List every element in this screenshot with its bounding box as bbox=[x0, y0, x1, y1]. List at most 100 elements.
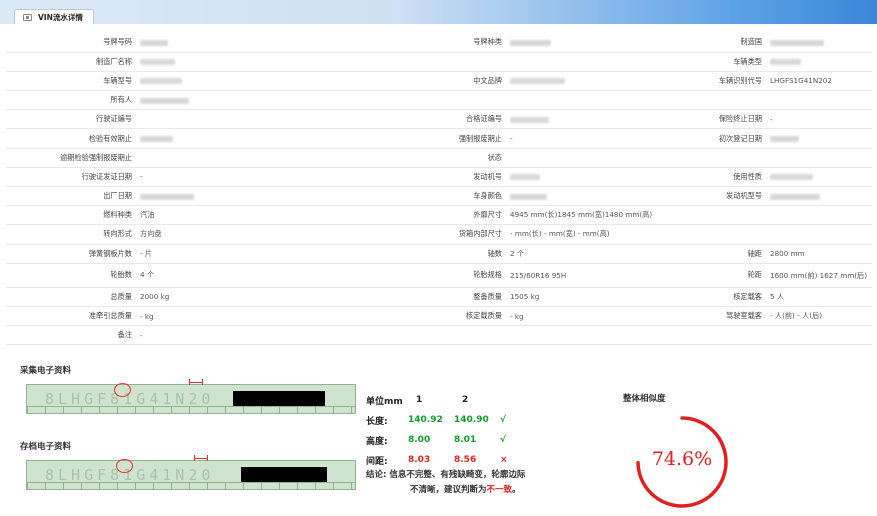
field-label: 核定载客 bbox=[656, 287, 766, 307]
similarity-value: 74.6% bbox=[651, 448, 713, 470]
field-label: 轴数 bbox=[386, 244, 506, 264]
field-label bbox=[656, 148, 766, 168]
conclusion-verdict: 不一致 bbox=[486, 485, 513, 495]
field-value bbox=[766, 167, 872, 188]
field-value bbox=[136, 52, 386, 72]
table-row: 行驶证发证日期 - 发动机号 使用性质 bbox=[6, 167, 872, 188]
field-value: 1600 mm(前) 1627 mm(后) bbox=[766, 263, 872, 288]
measurement-value-2: 8.01 bbox=[454, 435, 477, 445]
field-value: 5 人 bbox=[766, 287, 872, 307]
field-value: 4 个 bbox=[136, 263, 386, 288]
tab-vin-detail[interactable]: VIN流水详情 bbox=[14, 9, 94, 24]
redacted-value bbox=[510, 116, 549, 123]
spacing-marker bbox=[189, 379, 203, 385]
field-value bbox=[766, 33, 872, 53]
measurement-label: 高度: bbox=[366, 436, 388, 447]
field-value bbox=[136, 71, 386, 92]
field-label bbox=[656, 205, 766, 226]
field-value: - kg bbox=[506, 306, 656, 327]
field-value: - 片 bbox=[136, 244, 386, 264]
table-row: 制造厂名称 车辆类型 bbox=[6, 52, 872, 72]
measurement-row: 间距: 8.03 8.56 × bbox=[366, 450, 514, 470]
field-label: 行驶证发证日期 bbox=[6, 167, 136, 188]
field-value: LHGFS1G41N202 bbox=[766, 71, 872, 92]
field-label: 车身颜色 bbox=[386, 186, 506, 207]
redacted-value bbox=[770, 174, 813, 181]
field-label: 检验有效期止 bbox=[6, 128, 136, 149]
field-value bbox=[136, 128, 386, 149]
field-label: 整备质量 bbox=[386, 287, 506, 307]
collected-vin-image: 8LHGF81G41N20 bbox=[26, 384, 356, 414]
field-value bbox=[506, 33, 656, 53]
measurement-label: 长度: bbox=[366, 416, 388, 427]
field-label: 保险终止日期 bbox=[656, 109, 766, 130]
collected-title: 采集电子资料 bbox=[20, 366, 72, 376]
field-value bbox=[136, 90, 386, 111]
comparison-section: 采集电子资料 8LHGF81G41N20 存档电子资料 8LHGF81G41N2… bbox=[6, 352, 872, 516]
field-value: - 人(前) - 人(后) bbox=[766, 306, 872, 327]
field-value: 方向盘 bbox=[136, 224, 386, 245]
redacted-value bbox=[770, 59, 801, 66]
field-label: 初次登记日期 bbox=[656, 128, 766, 149]
redacted-value bbox=[140, 97, 189, 104]
conclusion-text-2: 不清晰，建议判断为 bbox=[410, 485, 487, 495]
conclusion-lead: 结论: bbox=[366, 470, 387, 480]
conclusion: 结论: 信息不完整、有残缺畸变，轮廓边际 不清晰，建议判断为不一致。 bbox=[366, 468, 596, 498]
result-mark-icon: × bbox=[500, 455, 508, 465]
archived-vin-image: 8LHGF81G41N20 bbox=[26, 460, 356, 490]
col-2-header: 2 bbox=[462, 395, 469, 405]
table-row: 车辆型号 中文品牌 车辆识别代号 LHGFS1G41N202 bbox=[6, 71, 872, 92]
field-value bbox=[136, 33, 386, 53]
field-value: - bbox=[506, 128, 656, 149]
redacted-value bbox=[140, 193, 194, 200]
field-label: 核定载质量 bbox=[386, 306, 506, 327]
ruler bbox=[27, 406, 355, 413]
field-label: 弹簧钢板片数 bbox=[6, 244, 136, 264]
field-label: 号牌号码 bbox=[6, 33, 136, 53]
conclusion-end: 。 bbox=[512, 485, 521, 495]
col-1-header: 1 bbox=[416, 395, 423, 405]
field-value: - bbox=[766, 109, 872, 130]
redaction-mask bbox=[233, 391, 325, 407]
field-label: 轮距 bbox=[656, 263, 766, 288]
panel-icon bbox=[23, 13, 32, 21]
field-label bbox=[656, 224, 766, 245]
field-value: - bbox=[136, 167, 386, 188]
field-label: 制造厂名称 bbox=[6, 52, 136, 72]
conclusion-text-1: 信息不完整、有残缺畸变，轮廓边际 bbox=[389, 470, 526, 480]
result-mark-icon: √ bbox=[500, 435, 507, 445]
vehicle-detail-table: 号牌号码 号牌种类 制造国 制造厂名称 车辆类型 车辆型号 中文品牌 车辆识别代号 LHGFS1… bbox=[6, 33, 872, 346]
measurement-header: 单位mm 1 2 bbox=[366, 390, 514, 410]
field-value bbox=[766, 148, 872, 168]
redacted-value bbox=[770, 39, 824, 46]
redacted-value bbox=[140, 78, 182, 85]
field-value bbox=[136, 148, 386, 168]
table-row: 备注 - bbox=[6, 325, 872, 346]
table-row: 所有人 bbox=[6, 90, 872, 111]
table-row: 轮胎数 4 个轮胎规格 215/60R16 95H 轮距 1600 mm(前) 1627… bbox=[6, 263, 872, 288]
field-value: 215/60R16 95H bbox=[506, 263, 656, 288]
field-value bbox=[766, 128, 872, 149]
field-value bbox=[506, 148, 656, 168]
table-row: 准牵引总质量 - kg 核定载质量 - kg 驾驶室载客 - 人(前) - 人(后) bbox=[6, 306, 872, 327]
redacted-value bbox=[510, 174, 540, 181]
table-row: 行驶证编号 合格证编号 保险终止日期 - bbox=[6, 109, 872, 130]
field-label: 中文品牌 bbox=[386, 71, 506, 92]
redaction-mask bbox=[241, 467, 327, 483]
field-label: 车辆型号 bbox=[6, 71, 136, 92]
field-value bbox=[506, 109, 656, 130]
redacted-value bbox=[770, 136, 799, 143]
redacted-value bbox=[140, 39, 168, 46]
field-label bbox=[656, 325, 766, 346]
field-value bbox=[766, 186, 872, 207]
field-label: 燃料种类 bbox=[6, 205, 136, 226]
field-label bbox=[386, 52, 506, 72]
field-value: 2000 kg bbox=[136, 287, 386, 307]
field-label bbox=[386, 325, 506, 346]
redacted-value bbox=[140, 59, 175, 66]
redacted-value bbox=[770, 193, 820, 200]
field-value bbox=[506, 167, 656, 188]
field-value bbox=[136, 109, 386, 130]
field-label: 号牌种类 bbox=[386, 33, 506, 53]
table-row: 逾期检验强制报废期止 状态 bbox=[6, 148, 872, 168]
